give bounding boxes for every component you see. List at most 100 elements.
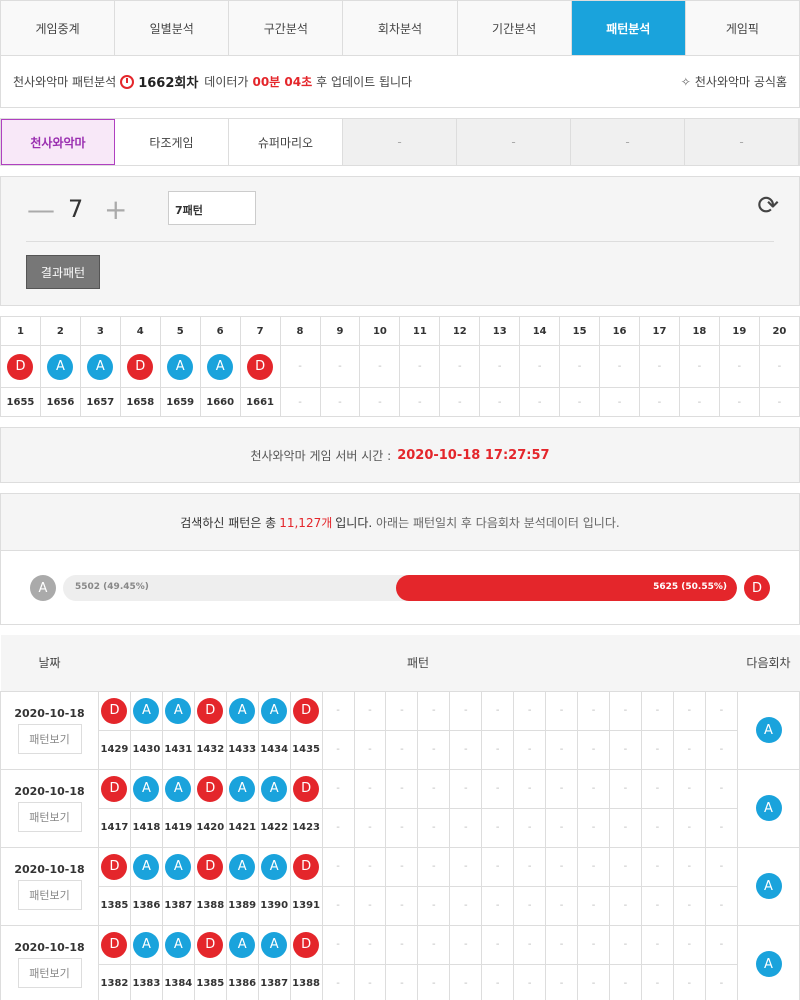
result-round-cell: - [385, 885, 419, 926]
game-tab-2[interactable]: 타조게임 [115, 119, 229, 165]
result-round-cell: - [577, 963, 610, 1000]
tab-4[interactable]: 회차분석 [343, 1, 458, 55]
result-ball-cell: D [193, 846, 227, 887]
result-ball-cell: - [417, 690, 451, 731]
pattern-length: 7 [68, 195, 84, 223]
pattern-col-7: 7 [239, 316, 281, 346]
result-date-cell: 2020-10-18 패턴보기 [0, 846, 99, 926]
result-round-cell: - [640, 729, 674, 770]
game-tabs: 천사와악마 타조게임 슈퍼마리오 - - - - [0, 118, 800, 166]
pattern-round-cell: 1655 [0, 387, 41, 417]
tab-5[interactable]: 기간분석 [458, 1, 572, 55]
result-ball-cell: - [321, 768, 355, 809]
result-ball-cell: A [161, 768, 195, 809]
summary-count: 11,127개 [279, 515, 333, 530]
result-round-cell: - [672, 729, 706, 770]
next-round-cell: A [737, 690, 800, 770]
result-ball: A [261, 853, 288, 880]
view-pattern-button[interactable]: 패턴보기 [17, 801, 82, 832]
result-ball-cell: A [257, 768, 291, 809]
result-ball-cell: - [545, 924, 579, 965]
result-round-cell: - [353, 885, 387, 926]
result-round-cell: - [449, 807, 483, 848]
result-ball: A [47, 353, 74, 380]
result-ball-cell: - [672, 768, 706, 809]
tab-7[interactable]: 게임픽 [686, 1, 799, 55]
game-tab-3[interactable]: 슈퍼마리오 [229, 119, 343, 165]
result-ball-cell: A [161, 690, 195, 731]
result-row-rounds: 1429 1430 1431 1432 1433 1434 1435- - - - - - - - - - - -… [1, 729, 800, 770]
result-ball-cell: - [513, 846, 547, 887]
result-round-cell: 1435 [289, 729, 323, 770]
result-round-cell: 1420 [193, 807, 227, 848]
tab-6[interactable]: 패턴분석 [571, 1, 686, 55]
result-ball-cell: - [640, 924, 674, 965]
view-pattern-button[interactable]: 패턴보기 [17, 879, 82, 910]
info-bar: 천사와악마 패턴분석 1662회차 데이터가 00분 04초 후 업데이트 됩니… [0, 56, 800, 108]
result-pattern-button[interactable]: 결과패턴 [26, 255, 100, 289]
game-tab-6: - [571, 119, 685, 165]
result-ball: A [133, 775, 160, 802]
result-round-cell: - [353, 807, 387, 848]
game-tab-1[interactable]: 천사와악마 [1, 119, 115, 165]
tab-2[interactable]: 일별분석 [115, 1, 230, 55]
result-ball: D [293, 931, 320, 958]
result-round-cell: - [640, 807, 674, 848]
result-ball-cell: - [577, 846, 610, 887]
result-round-cell: - [545, 729, 579, 770]
pattern-col-2: 2 [39, 316, 81, 346]
pattern-round-cell: - [359, 387, 401, 417]
increase-button[interactable]: + [104, 193, 127, 226]
result-round-cell: 1387 [257, 963, 291, 1000]
pattern-ball-cell: A [159, 345, 201, 388]
result-round-cell: - [704, 729, 739, 770]
summary-mid: 입니다. [335, 515, 373, 530]
pattern-ball-cell: - [559, 345, 601, 388]
ratio-bar: 5502 (49.45%) 5625 (50.55%) [63, 575, 737, 601]
result-ball-cell: D [98, 690, 131, 731]
pattern-col-6: 6 [199, 316, 241, 346]
result-ball-cell: - [481, 690, 515, 731]
result-ball-cell: - [704, 846, 739, 887]
result-ball: A [261, 697, 288, 724]
refresh-icon[interactable]: ⟳ [757, 191, 779, 221]
result-round-cell: 1385 [193, 963, 227, 1000]
result-ball-cell: - [640, 846, 674, 887]
result-ball-cell: - [385, 846, 419, 887]
result-ball-cell: - [353, 768, 387, 809]
pattern-round-cell: - [479, 387, 521, 417]
result-ball: D [197, 697, 224, 724]
game-tab-5: - [457, 119, 571, 165]
result-round-cell: - [513, 729, 547, 770]
result-ball: A [133, 853, 160, 880]
result-round-cell: - [672, 885, 706, 926]
view-pattern-button[interactable]: 패턴보기 [17, 957, 82, 988]
pattern-col-8: 8 [279, 316, 321, 346]
result-ball-cell: - [449, 690, 483, 731]
result-round-cell: 1386 [129, 885, 163, 926]
pattern-col-10: 10 [359, 316, 401, 346]
official-home-link[interactable]: ✧ 천사와악마 공식홈 [681, 73, 787, 90]
pattern-round-cell: - [718, 387, 760, 417]
result-round-cell: - [481, 963, 515, 1000]
next-round-cell: A [737, 846, 800, 926]
result-round-cell: 1421 [225, 807, 259, 848]
pattern-round-row: 1655 1656 1657 1658 1659 1660 1661- - - - - - - - - - - -… [0, 387, 800, 417]
pattern-ball-cell: - [678, 345, 720, 388]
result-ball-cell: A [225, 924, 259, 965]
result-round-cell: - [449, 885, 483, 926]
pattern-round-cell: - [439, 387, 481, 417]
result-ball-cell: - [481, 846, 515, 887]
pattern-select[interactable]: 7패턴 [168, 191, 256, 225]
result-ball-cell: A [129, 924, 163, 965]
view-pattern-button[interactable]: 패턴보기 [17, 723, 82, 754]
tab-3[interactable]: 구간분석 [229, 1, 344, 55]
result-ball: D [101, 853, 128, 880]
tab-1[interactable]: 게임중계 [1, 1, 116, 55]
decrease-button[interactable]: — [27, 193, 55, 226]
result-ball-cell: - [385, 690, 419, 731]
result-ball: A [229, 775, 256, 802]
result-ball-cell: - [609, 768, 642, 809]
result-ball-cell: D [289, 690, 323, 731]
result-round-cell: - [704, 963, 739, 1000]
